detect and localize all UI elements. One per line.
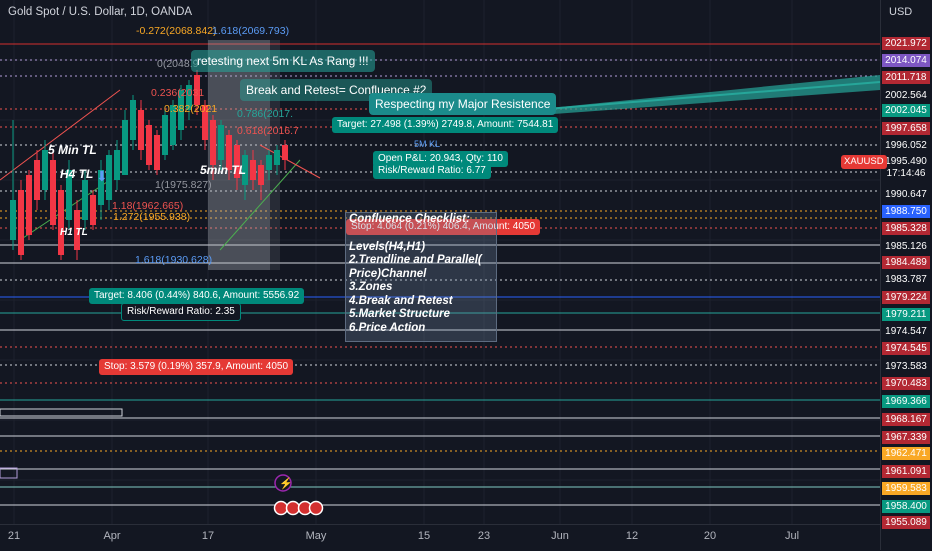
candle-body [18,190,24,255]
candle-body [274,150,280,165]
fib-label: 0.382(2021 [164,103,218,115]
price-axis-label: 1983.787 [882,273,930,286]
price-axis-label: 1979.224 [882,291,930,304]
trendline-label: 5min TL [200,163,247,177]
candle-body [146,125,152,165]
fib-label: 1.618(2069.793) [212,25,290,37]
candle-body [122,120,128,175]
candle-body [258,165,264,185]
price-axis-label: 1958.400 [882,500,930,513]
candle-body [10,200,16,240]
checklist-line: 6.Price Action [349,321,426,334]
price-axis-label: 1996.052 [882,139,930,152]
price-axis-label: 1997.658 [882,122,930,135]
chart-plot-area[interactable]: ⚡ Gold Spot / U.S. Dollar, 1D, OANDA -0.… [0,0,880,524]
time-axis-label: 12 [625,530,639,542]
candle-body [26,175,32,235]
candle-body [138,110,144,150]
price-axis-label: 2002.045 [882,104,930,117]
fib-label: 0.786(2017. [237,108,294,120]
candle-body [250,160,256,180]
risk-reward-label[interactable]: Risk/Reward Ratio: 6.77 [373,163,491,179]
economic-events-icons [273,500,324,516]
candle-body [90,195,96,225]
price-axis-label: 1985.126 [882,240,930,253]
candle-body [130,100,136,140]
checklist-line: Confluence Checklist: [349,213,470,225]
target-label[interactable]: Target: 8.406 (0.44%) 840.6, Amount: 555… [89,288,305,304]
fib-label: 0.618(2016.7 [237,125,299,137]
candle-body [154,135,160,170]
svg-text:⚡: ⚡ [279,477,293,490]
price-axis-label: 1962.471 [882,447,930,460]
price-axis-label: 1985.328 [882,222,930,235]
trendline-label: 5 Min TL [48,143,97,157]
candle-body [162,115,168,155]
candle-body [114,150,120,180]
note-callout[interactable]: Respecting my Major Resistence [369,93,557,115]
price-axis-label: 2021.972 [882,37,930,50]
price-axis-label: 2014.074 [882,54,930,67]
price-axis-label: 2011.718 [882,71,930,84]
kl-label: 5M KL [414,139,441,149]
checklist-line: 2.Trendline and Parallel( [349,254,482,266]
price-axis-label: 1967.339 [882,431,930,444]
confluence-checklist[interactable]: Confluence Checklist: Levels(H4,H1) 2.Tr… [345,212,497,342]
candle-body [34,160,40,200]
time-axis[interactable] [0,524,880,551]
fib-label: -0.272(2068.842) [136,25,217,37]
fib-label: 1.272(1955.938) [113,211,191,223]
fib-label: 1(1975.827) [155,179,212,191]
time-axis-label: 21 [7,530,21,542]
price-axis-label: 1974.545 [882,342,930,355]
time-axis-label: Jul [784,530,800,542]
price-axis-label: 1984.489 [882,256,930,269]
price-axis-label: 1970.483 [882,377,930,390]
price-axis-label: 1959.583 [882,482,930,495]
price-axis-label: 1974.547 [882,325,930,338]
price-axis-label: 1969.366 [882,395,930,408]
candle-body [266,155,272,170]
candle-body [218,125,224,160]
currency-label[interactable]: USD [889,6,912,18]
checklist-line: Levels(H4,H1) [349,240,426,253]
fib-label: 0.236(2031 [151,87,205,99]
symbol-tag: XAUUSD [841,155,887,169]
checklist-line: 4.Break and Retest [349,294,453,307]
risk-reward-label[interactable]: Risk/Reward Ratio: 2.35 [121,303,241,321]
stop-label[interactable]: Stop: 3.579 (0.19%) 357.9, Amount: 4050 [99,359,294,375]
candle-body [58,190,64,255]
price-axis-label: 1988.750 [882,205,930,218]
candle-body [210,120,216,165]
candle-body [50,160,56,225]
chart-title: Gold Spot / U.S. Dollar, 1D, OANDA [8,6,193,18]
fib-label: 1.618(1930.628) [135,254,213,266]
price-axis-label: 1968.167 [882,413,930,426]
candle-body [82,180,88,220]
price-axis-label: 1973.583 [882,360,930,373]
note-callout[interactable]: retesting next 5m KL As Rang !!! [191,50,375,72]
time-axis-label: Jun [551,530,569,542]
checklist-line: 3.Zones [349,281,393,293]
time-axis-label: 20 [703,530,717,542]
price-axis-label: 1961.091 [882,465,930,478]
price-axis-label: 1990.647 [882,188,930,201]
candle-body [282,145,288,160]
time-axis-label: 15 [417,530,431,542]
price-axis-label: 1955.089 [882,516,930,529]
arrow-down-icon: ⬇ [96,168,108,184]
trendline-label: H4 TL [60,167,94,181]
time-axis-label: 23 [477,530,491,542]
time-axis-label: May [305,530,327,542]
trendline-label: H1 TL [60,227,88,238]
price-axis-label: 2002.564 [882,89,930,102]
price-axis-label: 17:14:46 [882,167,930,180]
target-label[interactable]: Target: 27.498 (1.39%) 2749.8, Amount: 7… [332,117,559,133]
checklist-line: Price)Channel [349,267,427,280]
time-axis-label: 17 [201,530,215,542]
checklist-line: 5.Market Structure [349,308,450,320]
price-axis-label: 1979.211 [882,308,930,321]
time-axis-label: Apr [103,530,121,542]
